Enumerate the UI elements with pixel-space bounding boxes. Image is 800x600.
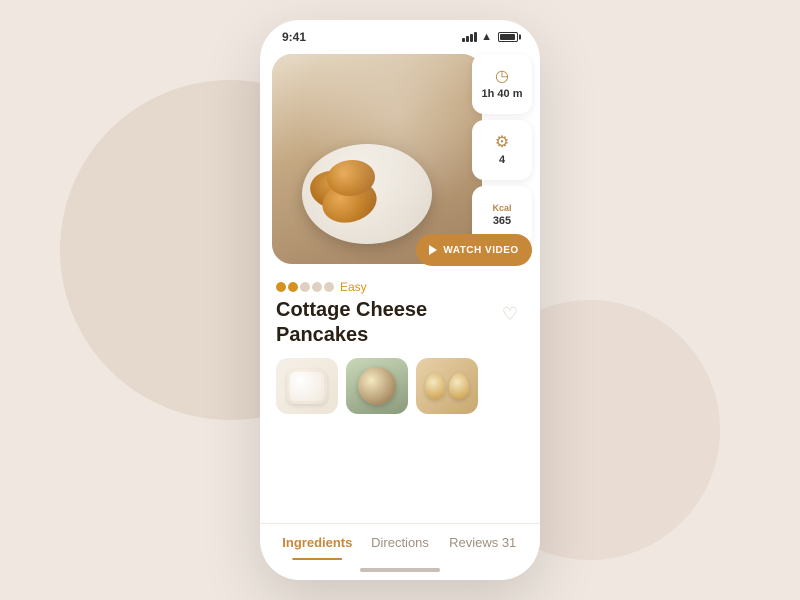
- servings-value: 4: [499, 154, 505, 167]
- star-5: [324, 282, 334, 292]
- info-cards: ◷ 1h 40 m ⚙ 4 Kcal 365: [472, 54, 532, 246]
- star-3: [300, 282, 310, 292]
- tabs-section: Ingredients Directions Reviews 31: [260, 523, 540, 560]
- phone-frame: 9:41 ▲: [260, 20, 540, 580]
- star-1: [276, 282, 286, 292]
- difficulty-label: Easy: [340, 280, 367, 294]
- status-bar: 9:41 ▲: [260, 20, 540, 50]
- watch-video-label: WATCH VIDEO: [443, 245, 518, 256]
- egg-2: [449, 373, 469, 399]
- tab-reviews-label: Reviews 31: [449, 535, 516, 550]
- status-icons: ▲: [462, 31, 518, 43]
- battery-icon: [498, 32, 518, 42]
- wifi-icon: ▲: [481, 31, 492, 43]
- egg-1: [425, 373, 445, 399]
- star-2: [288, 282, 298, 292]
- play-icon: [429, 245, 437, 255]
- servings-card: ⚙ 4: [472, 120, 532, 180]
- fork-icon: ⚙: [495, 132, 509, 152]
- recipe-title: Cottage CheesePancakes: [276, 298, 496, 348]
- time-card: ◷ 1h 40 m: [472, 54, 532, 114]
- tab-directions[interactable]: Directions: [359, 524, 442, 560]
- heart-icon: ♡: [502, 304, 518, 325]
- ingredient-coconut[interactable]: [346, 358, 408, 414]
- difficulty-stars: [276, 282, 334, 292]
- recipe-image: [272, 54, 482, 264]
- tab-directions-label: Directions: [371, 535, 429, 550]
- clock-icon: ◷: [495, 66, 509, 86]
- ingredient-cottage-cheese[interactable]: [276, 358, 338, 414]
- tab-ingredients-label: Ingredients: [282, 535, 352, 550]
- status-time: 9:41: [282, 30, 306, 44]
- recipe-info: Easy Cottage CheesePancakes ♡: [260, 270, 540, 348]
- home-indicator: [260, 560, 540, 580]
- star-4: [312, 282, 322, 292]
- difficulty-row: Easy: [276, 280, 524, 294]
- calories-value: 365: [493, 215, 511, 228]
- tab-reviews[interactable]: Reviews 31: [441, 524, 524, 560]
- tab-ingredients[interactable]: Ingredients: [276, 524, 359, 560]
- ingredients-row: [260, 348, 540, 422]
- tabs-row: Ingredients Directions Reviews 31: [260, 524, 540, 560]
- recipe-title-row: Cottage CheesePancakes ♡: [276, 298, 524, 348]
- home-bar: [360, 568, 440, 572]
- kcal-icon: Kcal: [492, 203, 511, 213]
- content-area: ◷ 1h 40 m ⚙ 4 Kcal 365 WATCH VIDEO: [260, 50, 540, 580]
- favorite-button[interactable]: ♡: [496, 300, 524, 328]
- time-value: 1h 40 m: [482, 88, 523, 101]
- watch-video-button[interactable]: WATCH VIDEO: [416, 234, 532, 266]
- signal-icon: [462, 32, 477, 42]
- ingredient-eggs[interactable]: [416, 358, 478, 414]
- hero-section: ◷ 1h 40 m ⚙ 4 Kcal 365 WATCH VIDEO: [260, 50, 540, 270]
